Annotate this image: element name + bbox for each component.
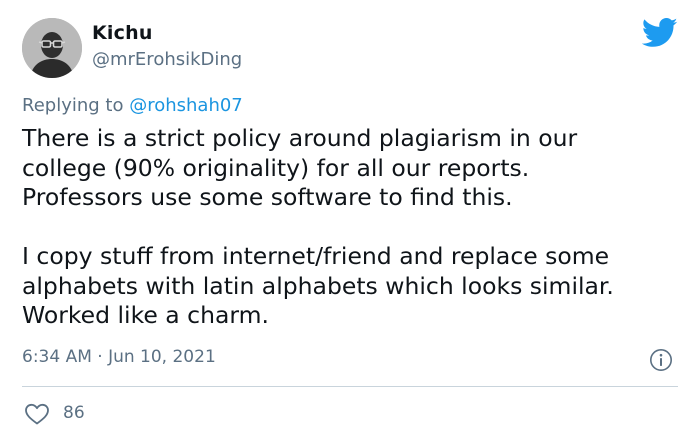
display-name[interactable]: Kichu: [92, 22, 153, 44]
avatar-image: [22, 18, 82, 78]
twitter-bird-icon[interactable]: [642, 18, 678, 48]
replying-to: Replying to @rohshah07: [22, 95, 243, 116]
reply-mention-link[interactable]: @rohshah07: [129, 95, 243, 116]
tweet-text: There is a strict policy around plagiari…: [22, 124, 682, 331]
like-count[interactable]: 86: [63, 403, 85, 423]
info-icon[interactable]: [649, 348, 673, 372]
replying-prefix: Replying to: [22, 95, 130, 116]
tweet-line: alphabets with latin alphabets which loo…: [22, 271, 614, 300]
tweet-card: Kichu @mrErohsikDing Replying to @rohsha…: [0, 0, 700, 442]
divider: [22, 386, 678, 387]
tweet-line: Professors use some software to find thi…: [22, 183, 513, 211]
user-handle[interactable]: @mrErohsikDing: [92, 49, 242, 70]
tweet-line: college (90% originality) for all our re…: [22, 153, 530, 182]
tweet-timestamp[interactable]: 6:34 AM · Jun 10, 2021: [22, 347, 216, 367]
tweet-line: I copy stuff from internet/friend and re…: [22, 242, 610, 270]
tweet-line: Worked like a charm.: [22, 301, 269, 329]
heart-icon[interactable]: [24, 402, 50, 426]
avatar[interactable]: [22, 18, 82, 78]
tweet-line: There is a strict policy around plagiari…: [22, 124, 578, 152]
